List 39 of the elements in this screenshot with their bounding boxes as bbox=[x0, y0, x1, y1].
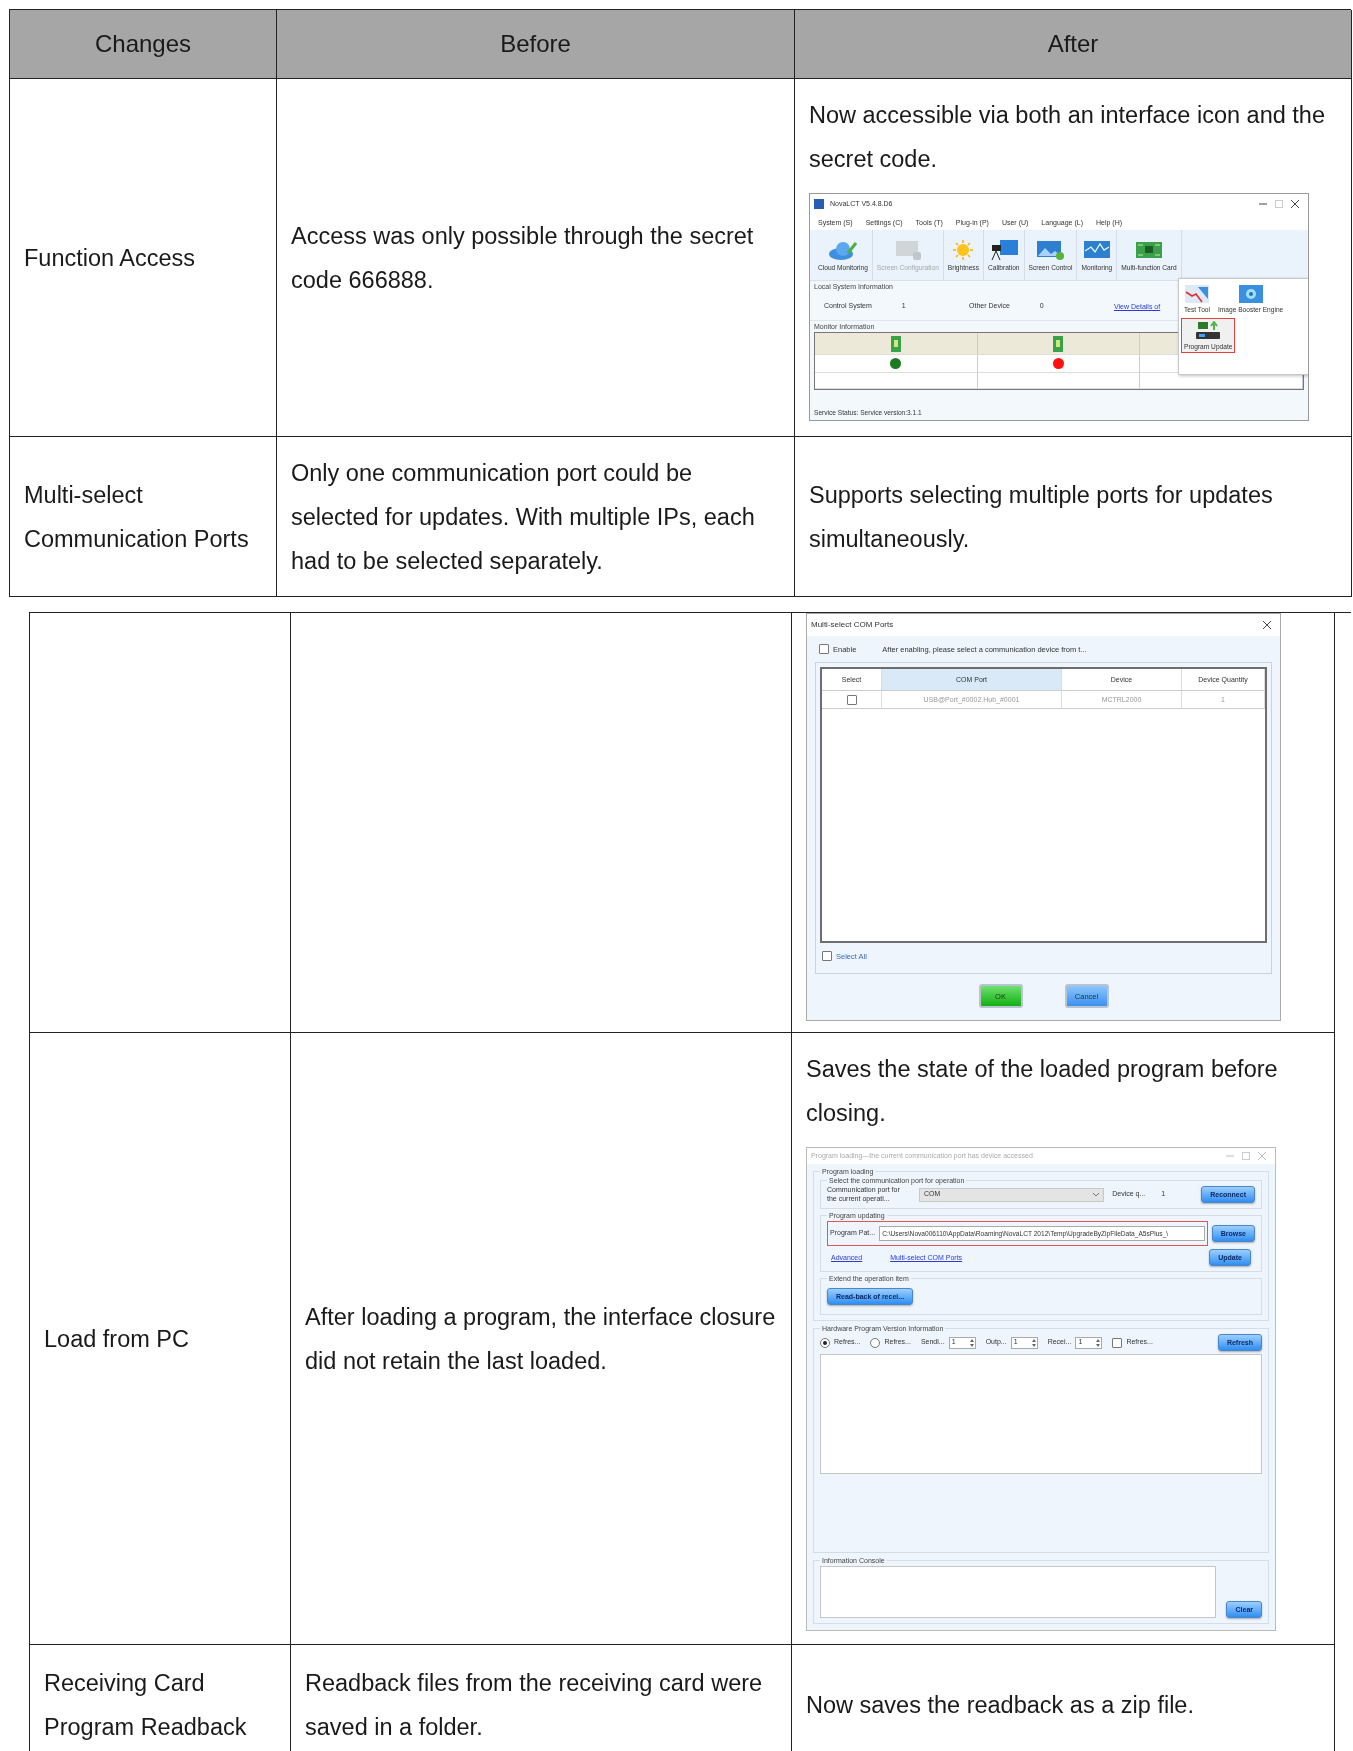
column-header: After bbox=[795, 10, 1352, 79]
before-text: After loading a program, the interface closure did not retain the last loaded. bbox=[305, 1302, 777, 1376]
close-icon[interactable] bbox=[1262, 620, 1272, 630]
change-name: Function Access bbox=[24, 243, 197, 273]
after-text: Supports selecting multiple ports for updates simultaneously. bbox=[809, 480, 1274, 554]
before-text: Only one communication port could be selected for updates. With multiple IPs, each had to be selected separately. bbox=[291, 458, 756, 576]
radio-button[interactable] bbox=[820, 1337, 830, 1348]
cloud-icon bbox=[827, 239, 858, 261]
radio-button[interactable] bbox=[870, 1337, 881, 1348]
checkbox[interactable] bbox=[1112, 1337, 1123, 1348]
column-header: Changes bbox=[10, 10, 277, 79]
app-logo-icon bbox=[814, 199, 824, 209]
spin-arrows-icon bbox=[969, 1338, 974, 1347]
close-icon[interactable] bbox=[1290, 199, 1300, 209]
checkbox[interactable] bbox=[846, 694, 857, 705]
upload-device-icon bbox=[1195, 321, 1222, 341]
landscape-gear-icon bbox=[1035, 239, 1066, 261]
chevron-down-icon bbox=[1093, 1192, 1100, 1197]
after-text: Now saves the readback as a zip file. bbox=[806, 1691, 1195, 1720]
change-name: Receiving Card Program Readback bbox=[44, 1669, 248, 1742]
card-icon bbox=[890, 335, 901, 352]
chart-drop-icon bbox=[1184, 284, 1210, 304]
column-header: Before bbox=[277, 10, 795, 79]
spin-arrows-icon bbox=[1096, 1338, 1101, 1347]
window-title: Multi-select COM Ports bbox=[811, 620, 894, 630]
camera-screen-icon bbox=[988, 239, 1019, 261]
change-name: Load from PC bbox=[44, 1324, 190, 1354]
checkbox[interactable] bbox=[822, 951, 832, 961]
gear-screen-icon bbox=[1237, 284, 1264, 304]
spin-arrows-icon bbox=[1031, 1338, 1036, 1347]
after-text: Saves the state of the loaded program before closing. bbox=[806, 1055, 1279, 1128]
checkbox[interactable] bbox=[819, 644, 829, 654]
wave-monitor-icon bbox=[1081, 239, 1112, 261]
after-text: Now accessible via both an interface icon and the secret code. bbox=[809, 101, 1326, 174]
circuit-board-icon bbox=[1133, 239, 1164, 261]
change-name: Multi-select Communication Ports bbox=[24, 480, 250, 554]
before-text: Readback files from the receiving card were saved in a folder. bbox=[305, 1669, 764, 1742]
before-text: Access was only possible through the secret code 666888. bbox=[291, 221, 755, 295]
card-icon bbox=[1053, 335, 1064, 352]
